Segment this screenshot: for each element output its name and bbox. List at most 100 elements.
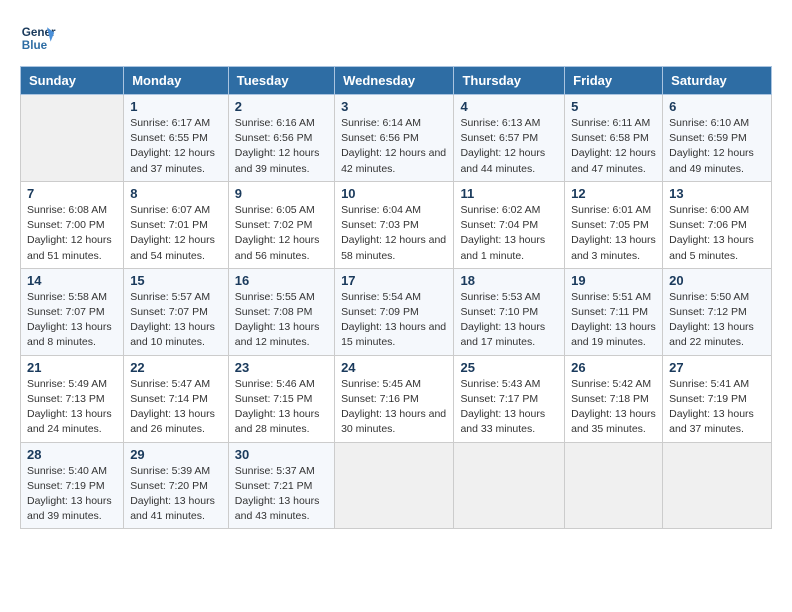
day-number: 15	[130, 273, 222, 288]
day-number: 9	[235, 186, 328, 201]
day-number: 17	[341, 273, 447, 288]
calendar-day-cell: 20 Sunrise: 5:50 AMSunset: 7:12 PMDaylig…	[663, 268, 772, 355]
day-number: 27	[669, 360, 765, 375]
day-number: 5	[571, 99, 656, 114]
calendar-day-cell: 21 Sunrise: 5:49 AMSunset: 7:13 PMDaylig…	[21, 355, 124, 442]
weekday-header: Saturday	[663, 67, 772, 95]
day-info: Sunrise: 6:08 AMSunset: 7:00 PMDaylight:…	[27, 203, 117, 264]
calendar-day-cell: 7 Sunrise: 6:08 AMSunset: 7:00 PMDayligh…	[21, 181, 124, 268]
day-number: 23	[235, 360, 328, 375]
calendar-day-cell: 12 Sunrise: 6:01 AMSunset: 7:05 PMDaylig…	[565, 181, 663, 268]
day-number: 20	[669, 273, 765, 288]
day-info: Sunrise: 6:04 AMSunset: 7:03 PMDaylight:…	[341, 203, 447, 264]
day-info: Sunrise: 6:00 AMSunset: 7:06 PMDaylight:…	[669, 203, 765, 264]
day-info: Sunrise: 6:01 AMSunset: 7:05 PMDaylight:…	[571, 203, 656, 264]
day-number: 2	[235, 99, 328, 114]
weekday-header-row: SundayMondayTuesdayWednesdayThursdayFrid…	[21, 67, 772, 95]
day-number: 24	[341, 360, 447, 375]
calendar-day-cell: 9 Sunrise: 6:05 AMSunset: 7:02 PMDayligh…	[228, 181, 334, 268]
day-number: 21	[27, 360, 117, 375]
calendar-day-cell	[21, 95, 124, 182]
calendar-day-cell	[454, 442, 565, 529]
calendar-table: SundayMondayTuesdayWednesdayThursdayFrid…	[20, 66, 772, 529]
day-number: 12	[571, 186, 656, 201]
calendar-day-cell: 1 Sunrise: 6:17 AMSunset: 6:55 PMDayligh…	[124, 95, 229, 182]
calendar-day-cell: 25 Sunrise: 5:43 AMSunset: 7:17 PMDaylig…	[454, 355, 565, 442]
calendar-day-cell: 11 Sunrise: 6:02 AMSunset: 7:04 PMDaylig…	[454, 181, 565, 268]
day-info: Sunrise: 5:46 AMSunset: 7:15 PMDaylight:…	[235, 377, 328, 438]
calendar-day-cell: 23 Sunrise: 5:46 AMSunset: 7:15 PMDaylig…	[228, 355, 334, 442]
day-number: 8	[130, 186, 222, 201]
day-number: 16	[235, 273, 328, 288]
calendar-day-cell: 16 Sunrise: 5:55 AMSunset: 7:08 PMDaylig…	[228, 268, 334, 355]
calendar-day-cell	[663, 442, 772, 529]
day-number: 3	[341, 99, 447, 114]
calendar-week-row: 21 Sunrise: 5:49 AMSunset: 7:13 PMDaylig…	[21, 355, 772, 442]
calendar-day-cell	[565, 442, 663, 529]
day-info: Sunrise: 6:07 AMSunset: 7:01 PMDaylight:…	[130, 203, 222, 264]
day-info: Sunrise: 6:13 AMSunset: 6:57 PMDaylight:…	[460, 116, 558, 177]
calendar-day-cell: 30 Sunrise: 5:37 AMSunset: 7:21 PMDaylig…	[228, 442, 334, 529]
calendar-day-cell: 19 Sunrise: 5:51 AMSunset: 7:11 PMDaylig…	[565, 268, 663, 355]
weekday-header: Monday	[124, 67, 229, 95]
day-number: 10	[341, 186, 447, 201]
day-number: 29	[130, 447, 222, 462]
day-info: Sunrise: 5:37 AMSunset: 7:21 PMDaylight:…	[235, 464, 328, 525]
day-number: 14	[27, 273, 117, 288]
logo-icon: General Blue	[20, 20, 56, 56]
calendar-week-row: 14 Sunrise: 5:58 AMSunset: 7:07 PMDaylig…	[21, 268, 772, 355]
day-number: 4	[460, 99, 558, 114]
day-number: 19	[571, 273, 656, 288]
weekday-header: Wednesday	[335, 67, 454, 95]
calendar-day-cell: 22 Sunrise: 5:47 AMSunset: 7:14 PMDaylig…	[124, 355, 229, 442]
calendar-day-cell: 26 Sunrise: 5:42 AMSunset: 7:18 PMDaylig…	[565, 355, 663, 442]
svg-text:Blue: Blue	[22, 39, 48, 52]
calendar-day-cell: 8 Sunrise: 6:07 AMSunset: 7:01 PMDayligh…	[124, 181, 229, 268]
calendar-week-row: 28 Sunrise: 5:40 AMSunset: 7:19 PMDaylig…	[21, 442, 772, 529]
calendar-day-cell: 6 Sunrise: 6:10 AMSunset: 6:59 PMDayligh…	[663, 95, 772, 182]
calendar-day-cell: 27 Sunrise: 5:41 AMSunset: 7:19 PMDaylig…	[663, 355, 772, 442]
day-info: Sunrise: 5:57 AMSunset: 7:07 PMDaylight:…	[130, 290, 222, 351]
day-info: Sunrise: 6:11 AMSunset: 6:58 PMDaylight:…	[571, 116, 656, 177]
calendar-day-cell: 17 Sunrise: 5:54 AMSunset: 7:09 PMDaylig…	[335, 268, 454, 355]
calendar-day-cell: 18 Sunrise: 5:53 AMSunset: 7:10 PMDaylig…	[454, 268, 565, 355]
day-info: Sunrise: 6:02 AMSunset: 7:04 PMDaylight:…	[460, 203, 558, 264]
day-number: 25	[460, 360, 558, 375]
day-info: Sunrise: 6:14 AMSunset: 6:56 PMDaylight:…	[341, 116, 447, 177]
calendar-day-cell: 13 Sunrise: 6:00 AMSunset: 7:06 PMDaylig…	[663, 181, 772, 268]
weekday-header: Sunday	[21, 67, 124, 95]
day-info: Sunrise: 5:54 AMSunset: 7:09 PMDaylight:…	[341, 290, 447, 351]
logo: General Blue	[20, 20, 60, 56]
day-info: Sunrise: 5:42 AMSunset: 7:18 PMDaylight:…	[571, 377, 656, 438]
day-info: Sunrise: 5:40 AMSunset: 7:19 PMDaylight:…	[27, 464, 117, 525]
weekday-header: Thursday	[454, 67, 565, 95]
calendar-day-cell: 2 Sunrise: 6:16 AMSunset: 6:56 PMDayligh…	[228, 95, 334, 182]
page-header: General Blue	[20, 20, 772, 56]
calendar-day-cell: 28 Sunrise: 5:40 AMSunset: 7:19 PMDaylig…	[21, 442, 124, 529]
day-info: Sunrise: 5:58 AMSunset: 7:07 PMDaylight:…	[27, 290, 117, 351]
calendar-week-row: 1 Sunrise: 6:17 AMSunset: 6:55 PMDayligh…	[21, 95, 772, 182]
calendar-day-cell: 24 Sunrise: 5:45 AMSunset: 7:16 PMDaylig…	[335, 355, 454, 442]
weekday-header: Tuesday	[228, 67, 334, 95]
day-number: 7	[27, 186, 117, 201]
weekday-header: Friday	[565, 67, 663, 95]
calendar-day-cell: 4 Sunrise: 6:13 AMSunset: 6:57 PMDayligh…	[454, 95, 565, 182]
day-info: Sunrise: 5:50 AMSunset: 7:12 PMDaylight:…	[669, 290, 765, 351]
calendar-week-row: 7 Sunrise: 6:08 AMSunset: 7:00 PMDayligh…	[21, 181, 772, 268]
day-number: 13	[669, 186, 765, 201]
calendar-day-cell: 5 Sunrise: 6:11 AMSunset: 6:58 PMDayligh…	[565, 95, 663, 182]
day-info: Sunrise: 6:05 AMSunset: 7:02 PMDaylight:…	[235, 203, 328, 264]
day-info: Sunrise: 5:49 AMSunset: 7:13 PMDaylight:…	[27, 377, 117, 438]
day-info: Sunrise: 6:10 AMSunset: 6:59 PMDaylight:…	[669, 116, 765, 177]
day-info: Sunrise: 6:17 AMSunset: 6:55 PMDaylight:…	[130, 116, 222, 177]
day-number: 30	[235, 447, 328, 462]
calendar-day-cell: 3 Sunrise: 6:14 AMSunset: 6:56 PMDayligh…	[335, 95, 454, 182]
day-info: Sunrise: 6:16 AMSunset: 6:56 PMDaylight:…	[235, 116, 328, 177]
day-number: 28	[27, 447, 117, 462]
calendar-day-cell: 15 Sunrise: 5:57 AMSunset: 7:07 PMDaylig…	[124, 268, 229, 355]
day-info: Sunrise: 5:47 AMSunset: 7:14 PMDaylight:…	[130, 377, 222, 438]
day-info: Sunrise: 5:45 AMSunset: 7:16 PMDaylight:…	[341, 377, 447, 438]
day-info: Sunrise: 5:51 AMSunset: 7:11 PMDaylight:…	[571, 290, 656, 351]
calendar-day-cell: 29 Sunrise: 5:39 AMSunset: 7:20 PMDaylig…	[124, 442, 229, 529]
day-info: Sunrise: 5:39 AMSunset: 7:20 PMDaylight:…	[130, 464, 222, 525]
